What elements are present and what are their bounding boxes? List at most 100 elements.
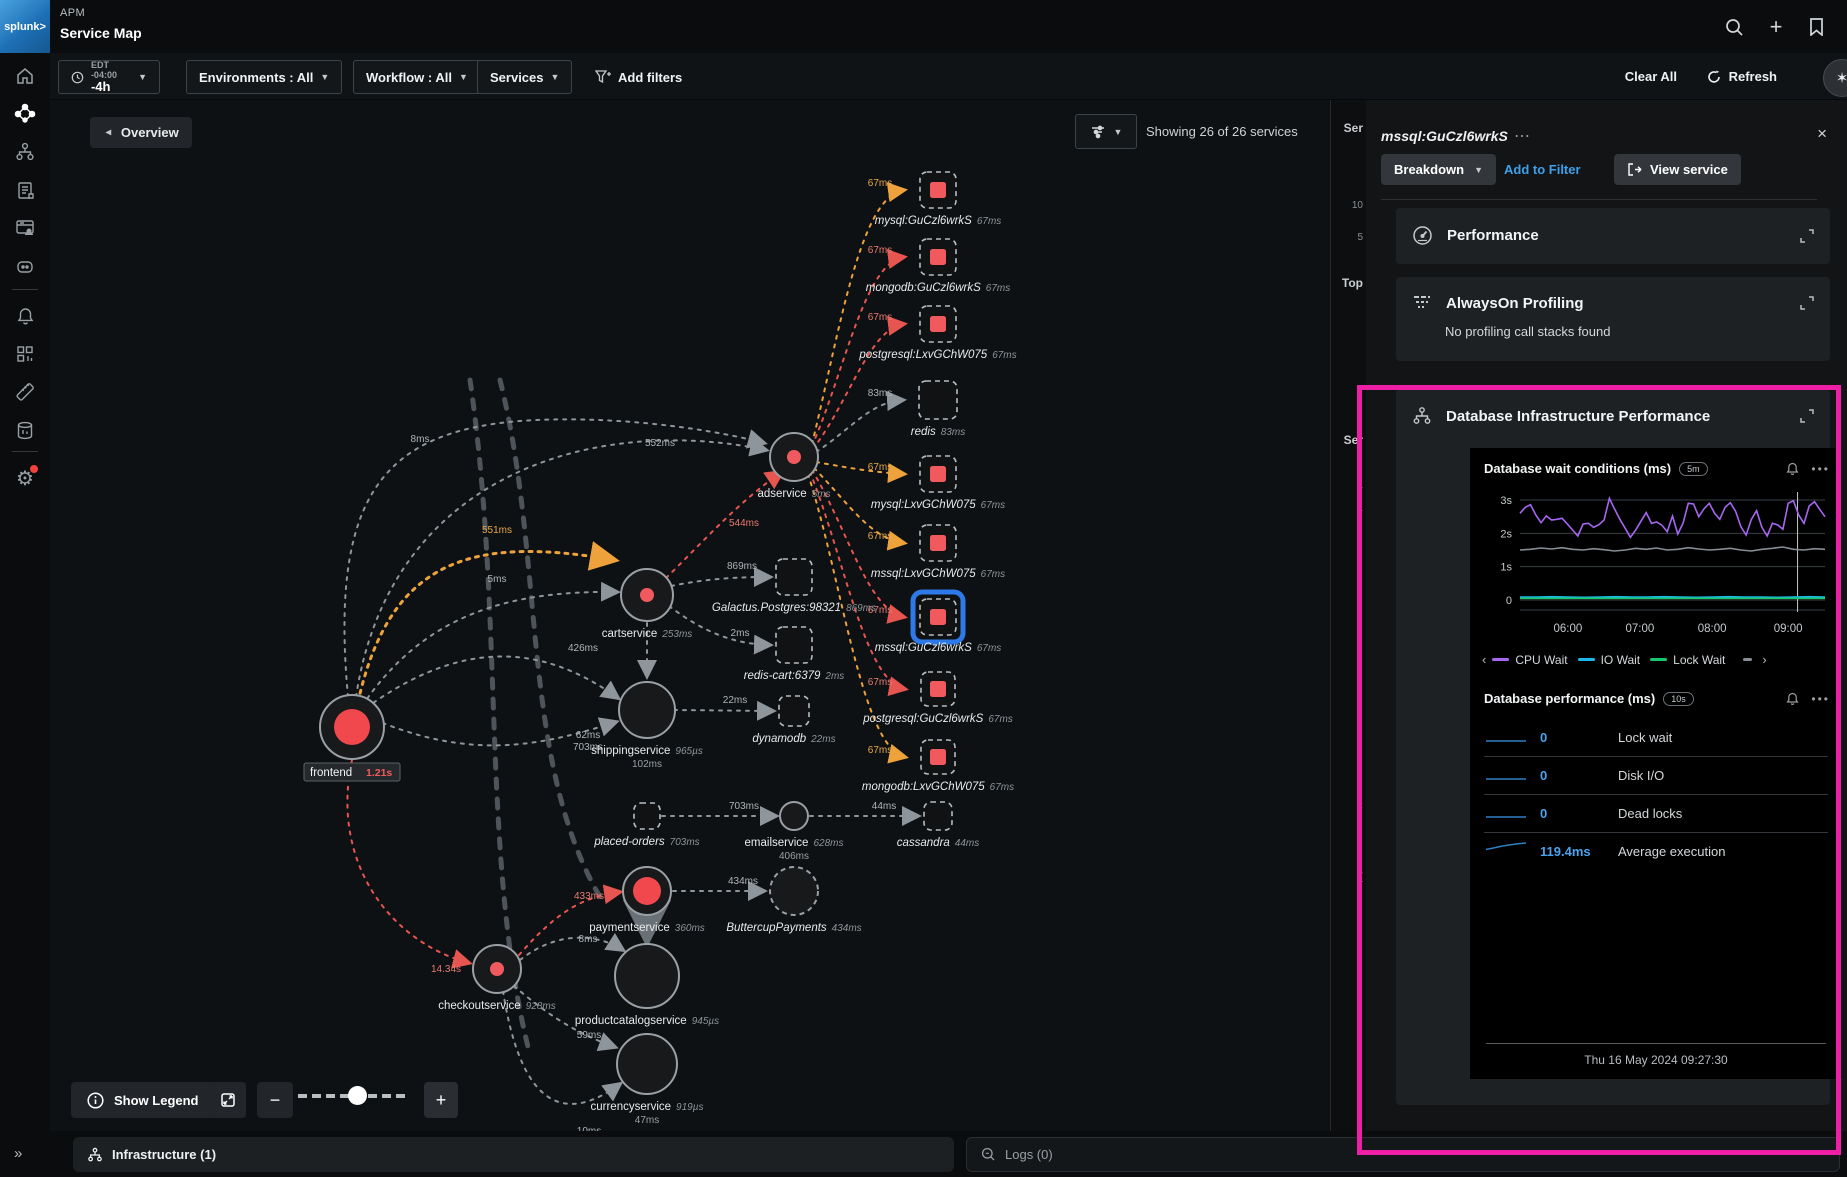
- nav-ruler-icon[interactable]: [0, 377, 50, 407]
- legend-next-arrow[interactable]: ›: [1762, 652, 1766, 667]
- close-icon[interactable]: ×: [1817, 124, 1827, 144]
- wait-conditions-chart[interactable]: 01s2s3s06:0007:0008:0009:00: [1470, 478, 1842, 650]
- performance-card[interactable]: Performance: [1396, 208, 1830, 264]
- back-to-overview-button[interactable]: ▼ Overview: [90, 117, 192, 148]
- splunk-logo[interactable]: splunk>: [0, 0, 50, 53]
- map-node-emailservice[interactable]: emailservice628ms 406ms: [745, 802, 844, 862]
- show-legend-button[interactable]: Show Legend: [71, 1082, 215, 1118]
- sliders-icon: [1090, 125, 1106, 139]
- map-edge: 8ms: [520, 934, 623, 960]
- services-filter[interactable]: Services▼: [477, 60, 572, 94]
- workflow-filter[interactable]: Workflow : All▼: [353, 60, 481, 94]
- create-plus-icon[interactable]: +: [1763, 14, 1789, 40]
- perf-row[interactable]: 0Disk I/O: [1484, 756, 1828, 794]
- map-node-cassandra[interactable]: cassandra44ms: [897, 802, 980, 849]
- breakdown-button[interactable]: Breakdown▼: [1381, 154, 1496, 185]
- legend-item[interactable]: Lock Wait: [1650, 653, 1725, 667]
- environments-filter[interactable]: Environments : All▼: [186, 60, 342, 94]
- infrastructure-tab[interactable]: Infrastructure (1): [73, 1137, 954, 1172]
- occluded-text-fragment: 1: [1357, 480, 1363, 491]
- fit-to-screen-button[interactable]: [210, 1082, 246, 1118]
- search-icon[interactable]: [1721, 14, 1747, 40]
- service-map-canvas[interactable]: 67ms67ms67ms83ms67ms67ms67ms67ms67ms544m…: [50, 100, 1330, 1131]
- alert-bell-icon[interactable]: [1786, 462, 1799, 476]
- chart-menu-dots[interactable]: •••: [1811, 462, 1830, 476]
- service-map-svg[interactable]: 67ms67ms67ms83ms67ms67ms67ms67ms67ms544m…: [50, 100, 1330, 1131]
- map-node-shippingservice[interactable]: shippingservice965µs102ms: [591, 682, 703, 770]
- nav-dashboards-icon[interactable]: [0, 213, 50, 243]
- map-node-redis-cart[interactable]: redis-cart:63792ms: [744, 627, 845, 682]
- map-node-paymentservice[interactable]: paymentservice360ms: [589, 867, 705, 934]
- chart-legend: ‹ CPU Wait IO Wait Lock Wait ›: [1470, 650, 1842, 673]
- logs-tab[interactable]: Logs (0): [966, 1137, 1840, 1172]
- node-label: mongodb:LxvGChW07567ms: [862, 781, 1014, 793]
- add-filters-button[interactable]: Add filters: [583, 60, 694, 94]
- zoom-slider-knob[interactable]: [348, 1086, 367, 1105]
- map-node-currencyservice[interactable]: currencyservice919µs 47ms: [591, 1034, 704, 1126]
- node-secondary-latency: 47ms: [635, 1115, 659, 1126]
- node-label: currencyservice919µs: [591, 1101, 704, 1113]
- zoom-out-button[interactable]: −: [257, 1082, 293, 1118]
- clear-all-button[interactable]: Clear All: [1625, 69, 1677, 84]
- node-label: paymentservice360ms: [589, 922, 705, 934]
- expand-icon[interactable]: [1800, 229, 1814, 243]
- expand-bottom-panel-icon[interactable]: »: [14, 1145, 22, 1162]
- map-edge: 67ms: [816, 462, 904, 474]
- map-node-redis[interactable]: redis83ms: [911, 381, 965, 438]
- infrastructure-icon: [1412, 406, 1432, 426]
- map-display-settings-button[interactable]: ▼: [1075, 114, 1137, 149]
- map-node-productcatalogservice[interactable]: productcatalogservice945µs: [575, 944, 719, 1027]
- nav-logs-icon[interactable]: [0, 175, 50, 205]
- map-node-frontend[interactable]: frontend1.21s: [304, 695, 400, 781]
- map-node-mysql-guc[interactable]: mysql:GuCzl6wrkS67ms: [875, 172, 1002, 227]
- node-label: emailservice628ms: [745, 837, 844, 849]
- nav-bot-icon[interactable]: [0, 251, 50, 281]
- nav-alerts-icon[interactable]: [0, 301, 50, 331]
- legend-prev-arrow[interactable]: ‹: [1482, 652, 1486, 667]
- map-node-mssql-guc[interactable]: mssql:GuCzl6wrkS67ms: [875, 592, 1002, 654]
- map-node-dynamodb[interactable]: dynamodb22ms: [752, 696, 835, 745]
- occluded-text-fragment: Top: [1342, 276, 1363, 290]
- perf-row[interactable]: 0Dead locks: [1484, 794, 1828, 832]
- perf-row[interactable]: 0Lock wait: [1484, 718, 1828, 756]
- profiling-card[interactable]: AlwaysOn Profiling No profiling call sta…: [1396, 277, 1830, 361]
- nav-home-icon[interactable]: [0, 61, 50, 91]
- view-service-button[interactable]: View service: [1614, 154, 1741, 185]
- edge-latency-label: 59ms: [577, 1030, 601, 1041]
- ai-assistant-button[interactable]: ✶: [1823, 59, 1847, 97]
- time-range-picker[interactable]: EDT -04:00 -4h ▼: [58, 60, 160, 94]
- nav-database-icon[interactable]: [0, 415, 50, 445]
- drawer-menu-dots[interactable]: ⋯: [1514, 126, 1532, 146]
- expand-icon[interactable]: [1800, 409, 1814, 423]
- edge-latency-label: 8ms: [411, 434, 430, 445]
- edge-latency-label: 83ms: [868, 388, 892, 399]
- perf-label: Disk I/O: [1618, 768, 1664, 783]
- node-label: Galactus.Postgres:98321869ms: [712, 602, 876, 614]
- nav-infrastructure-icon[interactable]: [0, 137, 50, 167]
- perf-label: Dead locks: [1618, 806, 1682, 821]
- legend-item[interactable]: IO Wait: [1578, 653, 1641, 667]
- map-node-placed-orders[interactable]: placed-orders703ms: [593, 803, 699, 848]
- profiling-icon: [1412, 294, 1432, 312]
- map-node-adservice[interactable]: adservice5ms: [757, 433, 830, 500]
- perf-value: 0: [1540, 768, 1618, 783]
- nav-settings-gear-icon[interactable]: ⚙: [0, 463, 50, 493]
- map-node-checkoutservice[interactable]: checkoutservice928ms: [438, 945, 555, 1012]
- legend-swatch: [1650, 658, 1667, 661]
- bookmark-icon[interactable]: [1803, 14, 1829, 40]
- alert-bell-icon[interactable]: [1786, 692, 1799, 706]
- chart-menu-dots[interactable]: •••: [1811, 692, 1830, 706]
- zoom-in-button[interactable]: +: [424, 1082, 458, 1118]
- expand-icon[interactable]: [1800, 296, 1814, 310]
- node-secondary-latency: 406ms: [779, 851, 809, 862]
- nav-apm-icon[interactable]: [0, 99, 50, 129]
- node-label: postgresql:GuCzl6wrkS67ms: [862, 713, 1013, 725]
- perf-row[interactable]: 119.4msAverage execution: [1484, 832, 1828, 870]
- edge-latency-label: 44ms: [872, 801, 896, 812]
- map-node-cartservice[interactable]: cartservice253ms: [602, 569, 693, 640]
- refresh-button[interactable]: Refresh: [1707, 69, 1777, 84]
- add-to-filter-link[interactable]: Add to Filter: [1504, 162, 1581, 177]
- legend-item-partial[interactable]: [1743, 658, 1752, 661]
- nav-grid-icon[interactable]: [0, 339, 50, 369]
- legend-item[interactable]: CPU Wait: [1492, 653, 1567, 667]
